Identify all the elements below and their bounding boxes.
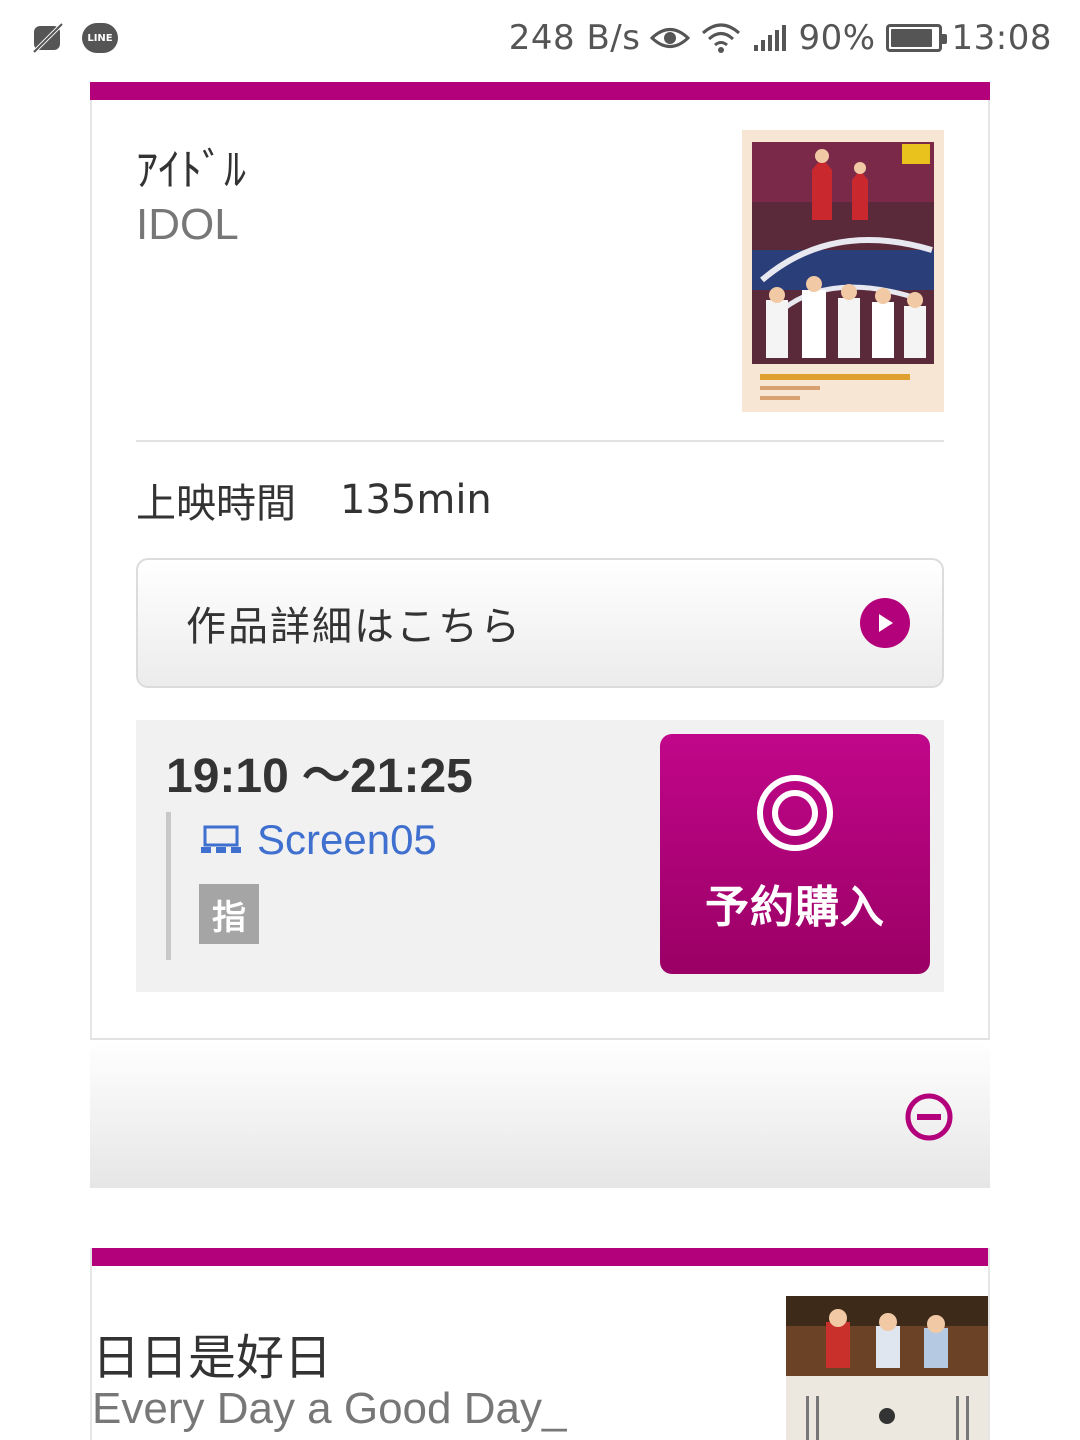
showtime-slot: 19:10 〜21:25 Screen05 指 予約購入 xyxy=(136,720,944,992)
movie-card: ｱｲﾄﾞﾙ IDOL 上映時間 135min 作品詳細はこちら 19:10 〜2… xyxy=(90,82,990,1188)
reserve-purchase-label: 予約購入 xyxy=(705,882,885,933)
movie-title-en: IDOL xyxy=(136,200,239,249)
screen-icon xyxy=(199,823,243,857)
play-arrow-icon xyxy=(860,598,910,648)
notification-off-icon xyxy=(30,20,66,56)
movie-poster[interactable] xyxy=(742,130,944,412)
battery-icon xyxy=(885,24,947,52)
showtime-range: 19:10 〜21:25 xyxy=(166,750,473,803)
movie-detail-label: 作品詳細はこちら xyxy=(186,604,522,650)
movie-poster[interactable] xyxy=(786,1296,988,1440)
card-accent-bar xyxy=(92,1248,988,1266)
card-accent-bar xyxy=(90,82,990,100)
runtime: 上映時間 135min xyxy=(136,442,944,558)
runtime-label: 上映時間 xyxy=(136,481,296,527)
reserved-seat-badge: 指 xyxy=(199,884,259,944)
wifi-icon xyxy=(700,21,742,55)
signal-icon xyxy=(752,23,788,53)
movie-title-jp: ｱｲﾄﾞﾙ xyxy=(136,145,246,196)
movie-detail-button[interactable]: 作品詳細はこちら xyxy=(136,558,944,688)
runtime-value: 135min xyxy=(340,477,492,523)
eye-comfort-icon xyxy=(650,23,691,53)
network-speed: 248 B/s xyxy=(508,18,641,58)
card-footer xyxy=(90,1038,990,1188)
movie-title-jp: 日日是好日 xyxy=(92,1330,333,1386)
collapse-minus-icon[interactable] xyxy=(904,1092,954,1146)
line-app-icon: LINE xyxy=(82,23,118,53)
status-bar: LINE 248 B/s 90% 13:08 xyxy=(0,0,1080,76)
movie-card: 日日是好日 Every Day a Good Day_ xyxy=(90,1248,990,1440)
available-double-circle-icon xyxy=(755,773,835,853)
battery-percent: 90% xyxy=(798,18,876,58)
screen-name: Screen05 xyxy=(257,816,437,863)
title-row: ｱｲﾄﾞﾙ IDOL xyxy=(136,100,944,442)
screen-info: Screen05 指 xyxy=(166,812,437,960)
clock: 13:08 xyxy=(951,18,1052,58)
reserve-purchase-button[interactable]: 予約購入 xyxy=(660,734,930,974)
movie-title-en: Every Day a Good Day_ xyxy=(92,1384,567,1433)
